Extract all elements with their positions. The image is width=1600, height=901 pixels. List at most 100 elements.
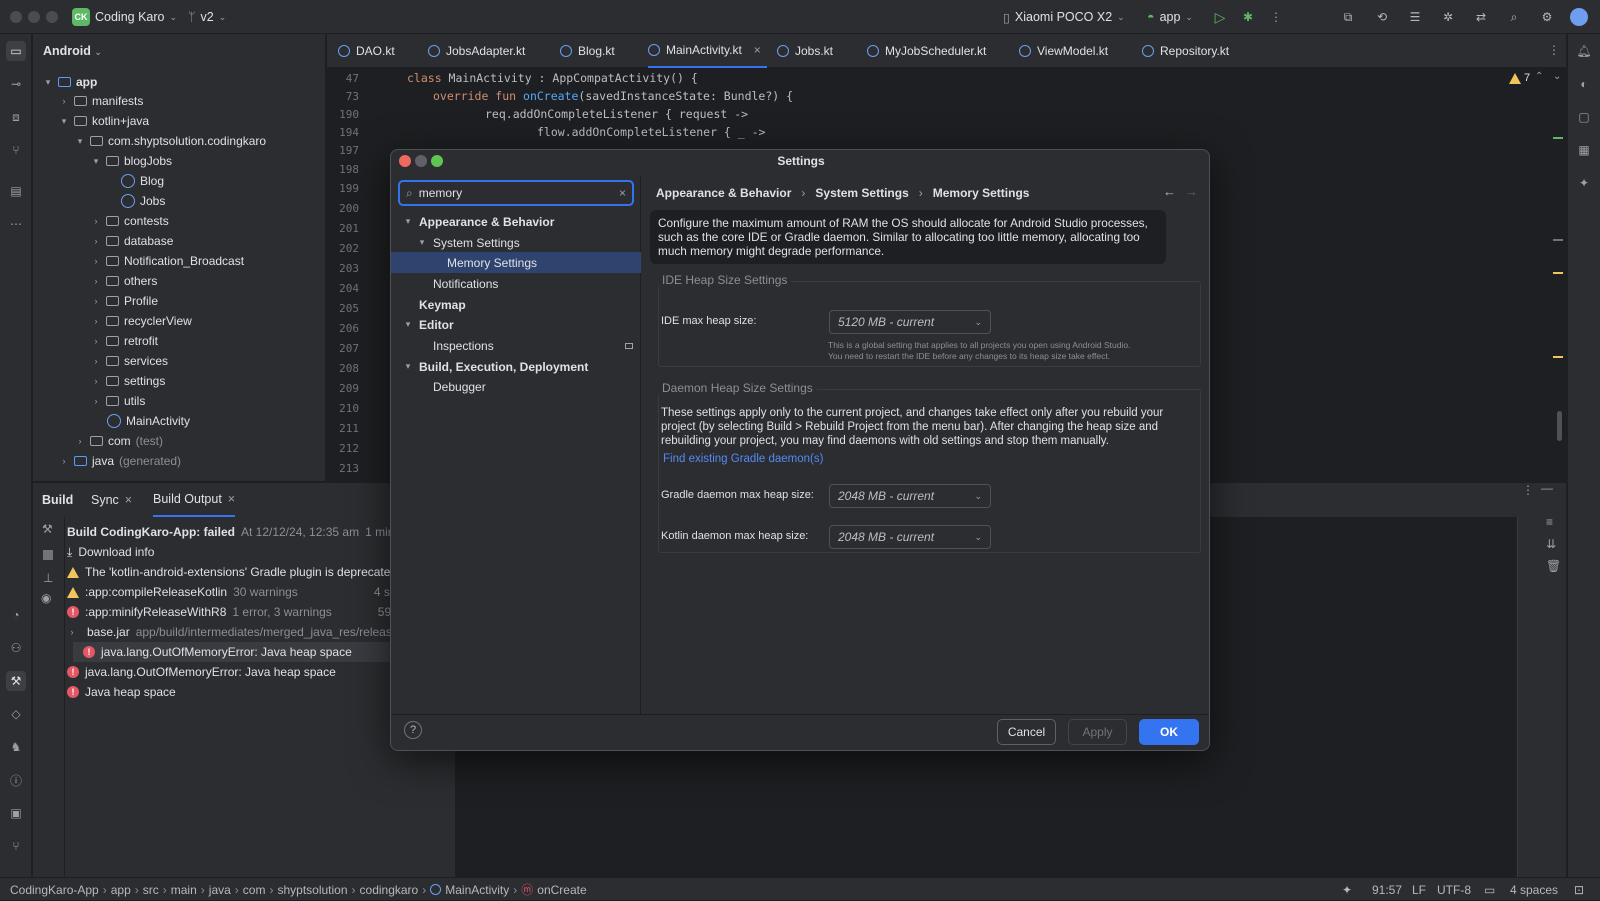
tab-repository[interactable]: Repository.kt <box>1142 34 1229 68</box>
tab-blog[interactable]: Blog.kt <box>560 34 615 68</box>
warnings-indicator[interactable]: 7 <box>1509 72 1530 84</box>
ai-assist-icon[interactable]: ✦ <box>1342 878 1352 901</box>
file-encoding[interactable]: UTF-8 <box>1437 878 1471 901</box>
branch-selector[interactable]: ᛘ v2 ⌄ <box>188 0 226 34</box>
tree-item-settings[interactable]: › settings <box>91 371 166 391</box>
build-row[interactable]: ! Java heap space <box>67 682 176 702</box>
run-icon[interactable]: ▷ <box>1210 7 1230 27</box>
app-inspection-icon[interactable]: ⚇ <box>6 638 26 658</box>
structure-icon[interactable]: ⧈ <box>6 107 26 127</box>
tree-item-mainactivity[interactable]: MainActivity <box>107 411 190 431</box>
avatar[interactable] <box>1570 8 1588 26</box>
cancel-button[interactable]: Cancel <box>997 719 1056 745</box>
tab-jobsadapter[interactable]: JobsAdapter.kt <box>428 34 525 68</box>
build-row[interactable]: ⤓ Download info <box>67 542 154 562</box>
gradle-heap-select[interactable]: 2048 MB - current ⌄ <box>829 484 991 508</box>
apply-button[interactable]: Apply <box>1068 719 1127 745</box>
device-selector[interactable]: ▯ Xiaomi POCO X2 ⌄ <box>1003 0 1125 34</box>
eye-icon[interactable]: ◉ <box>41 591 51 605</box>
list-icon[interactable]: ☰ <box>1405 7 1425 27</box>
more-horizontal-icon[interactable]: ⋯ <box>6 214 26 234</box>
tree-item-utils[interactable]: › utils <box>91 391 146 411</box>
tree-item-package[interactable]: ▾ com.shyptsolution.codingkaro <box>75 131 266 151</box>
tree-item-notification-broadcast[interactable]: › Notification_Broadcast <box>91 251 245 271</box>
notifications-icon[interactable]: 🔔︎ <box>1574 41 1594 61</box>
trash-icon[interactable]: 🗑︎ <box>1546 559 1561 573</box>
more-vertical-icon[interactable]: ⋮ <box>1266 7 1286 27</box>
tree-item-profile[interactable]: › Profile <box>91 291 159 311</box>
dialog-close-button[interactable] <box>399 155 411 167</box>
folder-icon[interactable]: ▭ <box>6 41 26 61</box>
tree-item-others[interactable]: › others <box>91 271 158 291</box>
sync-icon[interactable]: ⇄ <box>1471 7 1491 27</box>
build-row-selected[interactable]: ! java.lang.OutOfMemoryError: Java heap s… <box>73 642 421 662</box>
tree-item-kotlin-java[interactable]: ▾ kotlin+java <box>59 111 149 131</box>
tab-myjobscheduler[interactable]: MyJobScheduler.kt <box>867 34 986 68</box>
nav-editor[interactable]: ▾ Editor <box>391 314 641 335</box>
gemini-icon[interactable]: ✦ <box>1574 173 1594 193</box>
breadcrumb-item[interactable]: codingkaro <box>360 883 419 897</box>
pin-icon[interactable]: ⊥ <box>43 571 53 585</box>
tree-item-manifests[interactable]: › manifests <box>59 91 144 111</box>
logcat-icon[interactable]: ♞ <box>6 737 26 757</box>
breadcrumb-item[interactable]: MainActivity <box>445 883 509 897</box>
more-vertical-icon[interactable]: ⋮ <box>1548 43 1560 57</box>
tab-build-output[interactable]: Build Output × <box>153 483 236 517</box>
line-separator[interactable]: LF <box>1412 878 1426 901</box>
more-vertical-icon[interactable]: ⋮ <box>1522 483 1534 497</box>
tree-item-app[interactable]: ▾ app <box>43 72 98 92</box>
nav-memory-settings[interactable]: Memory Settings <box>391 252 641 273</box>
window-zoom-button[interactable] <box>46 11 58 23</box>
dialog-zoom-button[interactable] <box>431 155 443 167</box>
scrollbar-thumb[interactable] <box>1557 411 1562 441</box>
close-icon[interactable]: × <box>228 492 235 506</box>
dialog-minimize-button[interactable] <box>415 155 427 167</box>
breadcrumb-item[interactable]: main <box>171 883 197 897</box>
device-explorer-icon[interactable]: ▢ <box>1574 107 1594 127</box>
terminal-icon[interactable]: ▣ <box>6 803 26 823</box>
ide-heap-select[interactable]: 5120 MB - current ⌄ <box>829 310 991 334</box>
tree-item-database[interactable]: › database <box>91 231 174 251</box>
bug-icon[interactable]: ✲ <box>1438 7 1458 27</box>
close-icon[interactable]: × <box>754 43 761 57</box>
build-row[interactable]: !:app:minifyReleaseWithR8 1 error, 3 warn… <box>67 602 400 622</box>
nav-build-execution-deployment[interactable]: ▾ Build, Execution, Deployment <box>391 356 641 377</box>
tab-sync[interactable]: Sync × <box>91 483 132 517</box>
nav-debugger[interactable]: Debugger <box>391 376 641 397</box>
breadcrumb-item[interactable]: System Settings <box>815 186 908 200</box>
project-selector[interactable]: CK Coding Karo ⌄ <box>72 0 177 34</box>
hammer-icon[interactable]: ⚒ <box>42 522 53 536</box>
ok-button[interactable]: OK <box>1139 719 1199 745</box>
forward-arrow-icon[interactable]: → <box>1185 184 1198 199</box>
resource-manager-icon[interactable]: ▤ <box>6 181 26 201</box>
close-icon[interactable]: × <box>125 493 132 507</box>
build-row[interactable]: Build CodingKaro-App: failed At 12/12/24,… <box>67 522 424 542</box>
find-gradle-daemons-link[interactable]: Find existing Gradle daemon(s) <box>663 453 823 465</box>
lock-icon[interactable]: ⊡ <box>1574 878 1584 901</box>
pull-request-icon[interactable]: ⑂ <box>6 140 26 160</box>
tree-item-recyclerview[interactable]: › recyclerView <box>91 311 192 331</box>
build-row[interactable]: :app:compileReleaseKotlin 30 warnings 4 s <box>67 582 390 602</box>
nav-appearance-behavior[interactable]: ▾ Appearance & Behavior <box>391 211 641 232</box>
next-highlight-icon[interactable]: ⌄ <box>1553 71 1561 82</box>
breadcrumb-item[interactable]: onCreate <box>537 883 586 897</box>
build-row[interactable]: ! java.lang.OutOfMemoryError: Java heap s… <box>67 662 336 682</box>
translate-icon[interactable]: ⟲ <box>1372 7 1392 27</box>
window-minimize-button[interactable] <box>28 11 40 23</box>
soft-wrap-icon[interactable]: ≡ <box>1546 515 1553 529</box>
minimize-icon[interactable]: — <box>1541 481 1553 495</box>
profiler-icon[interactable]: ◔ <box>6 605 26 625</box>
previous-highlight-icon[interactable]: ⌃ <box>1535 71 1543 82</box>
tab-dao[interactable]: DAO.kt <box>338 34 395 68</box>
tab-jobs[interactable]: Jobs.kt <box>777 34 833 68</box>
help-button[interactable]: ? <box>404 721 422 739</box>
breadcrumb-item[interactable]: app <box>111 883 131 897</box>
tree-item-com-test[interactable]: › com (test) <box>75 431 164 451</box>
kotlin-heap-select[interactable]: 2048 MB - current ⌄ <box>829 525 991 549</box>
breadcrumb-item[interactable]: com <box>243 883 266 897</box>
tree-item-services[interactable]: › services <box>91 351 169 371</box>
window-close-button[interactable] <box>10 11 22 23</box>
git-icon[interactable]: ⑂ <box>6 836 26 856</box>
tree-item-retrofit[interactable]: › retrofit <box>91 331 159 351</box>
nav-inspections[interactable]: Inspections <box>391 335 641 356</box>
